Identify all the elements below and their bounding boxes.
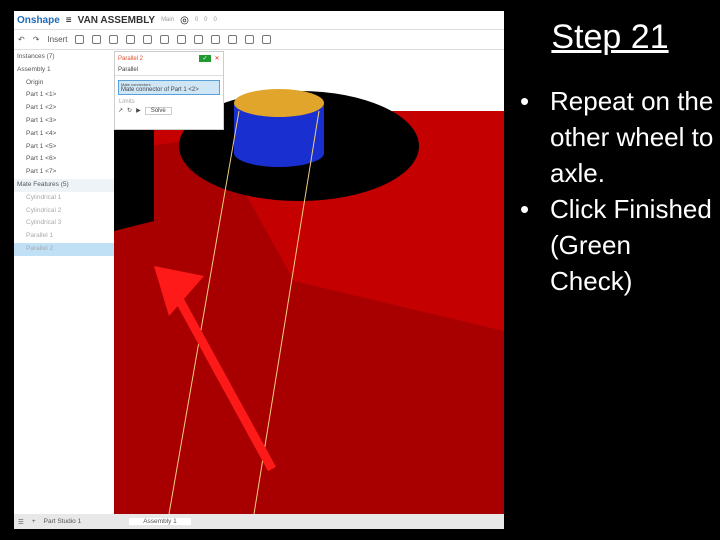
likes-count[interactable]: 0 xyxy=(195,17,198,23)
slider-mate-icon[interactable] xyxy=(109,35,119,44)
onshape-window: Onshape ≡ VAN ASSEMBLY Main ◎ 0 0 0 ↶ ↷ … xyxy=(14,11,504,529)
menu-icon[interactable]: ≡ xyxy=(66,15,72,26)
feature-tree: Instances (7) Assembly 1 Origin Part 1 <… xyxy=(14,51,114,509)
slide-text: Step 21 Repeat on the other wheel to axl… xyxy=(514,18,714,299)
tree-item-mate[interactable]: Cylindrical 2 xyxy=(14,205,114,218)
play-icon[interactable]: ▶ xyxy=(136,107,141,115)
dialog-title: Parallel 2 xyxy=(118,55,144,62)
tab-list-icon[interactable]: ☰ xyxy=(18,518,24,526)
bottom-tab-bar: ☰ + Part Studio 1 Assembly 1 xyxy=(14,514,504,529)
group-icon[interactable] xyxy=(245,35,255,44)
tab-part-studio[interactable]: Part Studio 1 xyxy=(44,518,82,525)
toolbar: ↶ ↷ Insert xyxy=(14,30,504,50)
mate-dialog: Parallel 2 ✓ ✕ Parallel Mate connectors … xyxy=(114,51,224,130)
tree-item-mate[interactable]: Cylindrical 1 xyxy=(14,192,114,205)
tree-item-part[interactable]: Part 1 <7> xyxy=(14,166,114,179)
branch-label: Main xyxy=(161,17,175,23)
tree-item-part[interactable]: Part 1 <1> xyxy=(14,89,114,102)
links-count[interactable]: 0 xyxy=(204,17,207,23)
cancel-button[interactable]: ✕ xyxy=(211,55,223,62)
slide-title: Step 21 xyxy=(551,18,669,56)
tree-item-origin[interactable]: Origin xyxy=(14,77,114,90)
tree-item-part[interactable]: Part 1 <2> xyxy=(14,102,114,115)
mate-features-header[interactable]: Mate Features (5) xyxy=(14,178,114,192)
revolute-mate-icon[interactable] xyxy=(92,35,102,44)
planar-mate-icon[interactable] xyxy=(126,35,136,44)
undo-icon[interactable]: ↶ xyxy=(18,35,25,44)
tab-assembly[interactable]: Assembly 1 xyxy=(129,518,191,525)
replicate-icon[interactable] xyxy=(262,35,272,44)
pin-slot-mate-icon[interactable] xyxy=(160,35,170,44)
tree-item-part[interactable]: Part 1 <6> xyxy=(14,153,114,166)
flip-icon[interactable]: ↗ xyxy=(118,107,123,115)
redo-icon[interactable]: ↷ xyxy=(33,35,40,44)
reorient-icon[interactable]: ↻ xyxy=(127,107,132,115)
bullet-item: Click Finished (Green Check) xyxy=(514,191,714,299)
document-title: VAN ASSEMBLY xyxy=(77,14,156,26)
ball-mate-icon[interactable] xyxy=(177,35,187,44)
top-bar: Onshape ≡ VAN ASSEMBLY Main ◎ 0 0 0 xyxy=(14,11,504,30)
confirm-check-button[interactable]: ✓ xyxy=(199,55,211,62)
tree-item-mate[interactable]: Parallel 1 xyxy=(14,230,114,243)
tree-item-part[interactable]: Part 1 <5> xyxy=(14,141,114,154)
fastened-mate-icon[interactable] xyxy=(75,35,85,44)
tree-item-part[interactable]: Part 1 <4> xyxy=(14,128,114,141)
insert-button[interactable]: Insert xyxy=(47,35,67,44)
tree-item-mate[interactable]: Cylindrical 3 xyxy=(14,217,114,230)
solve-button[interactable]: Solve xyxy=(144,107,172,115)
instances-header: Instances (7) xyxy=(17,53,55,60)
tree-item-assembly[interactable]: Assembly 1 xyxy=(14,64,114,77)
add-tab-icon[interactable]: + xyxy=(32,518,36,525)
tree-item-mate-selected[interactable]: Parallel 2 xyxy=(14,242,114,256)
globe-icon[interactable]: ◎ xyxy=(180,15,189,26)
mate-connector-field[interactable]: Mate connector of Part 1 <2> xyxy=(121,87,217,93)
cylindrical-mate-icon[interactable] xyxy=(143,35,153,44)
tree-item-part[interactable]: Part 1 <3> xyxy=(14,115,114,128)
copies-count[interactable]: 0 xyxy=(214,17,217,23)
mate-type-select[interactable]: Parallel xyxy=(115,65,223,76)
onshape-logo[interactable]: Onshape xyxy=(17,15,60,26)
parallel-mate-icon[interactable] xyxy=(194,35,204,44)
tangent-mate-icon[interactable] xyxy=(211,35,221,44)
bullet-item: Repeat on the other wheel to axle. xyxy=(514,83,714,191)
mate-connector-icon[interactable] xyxy=(228,35,238,44)
